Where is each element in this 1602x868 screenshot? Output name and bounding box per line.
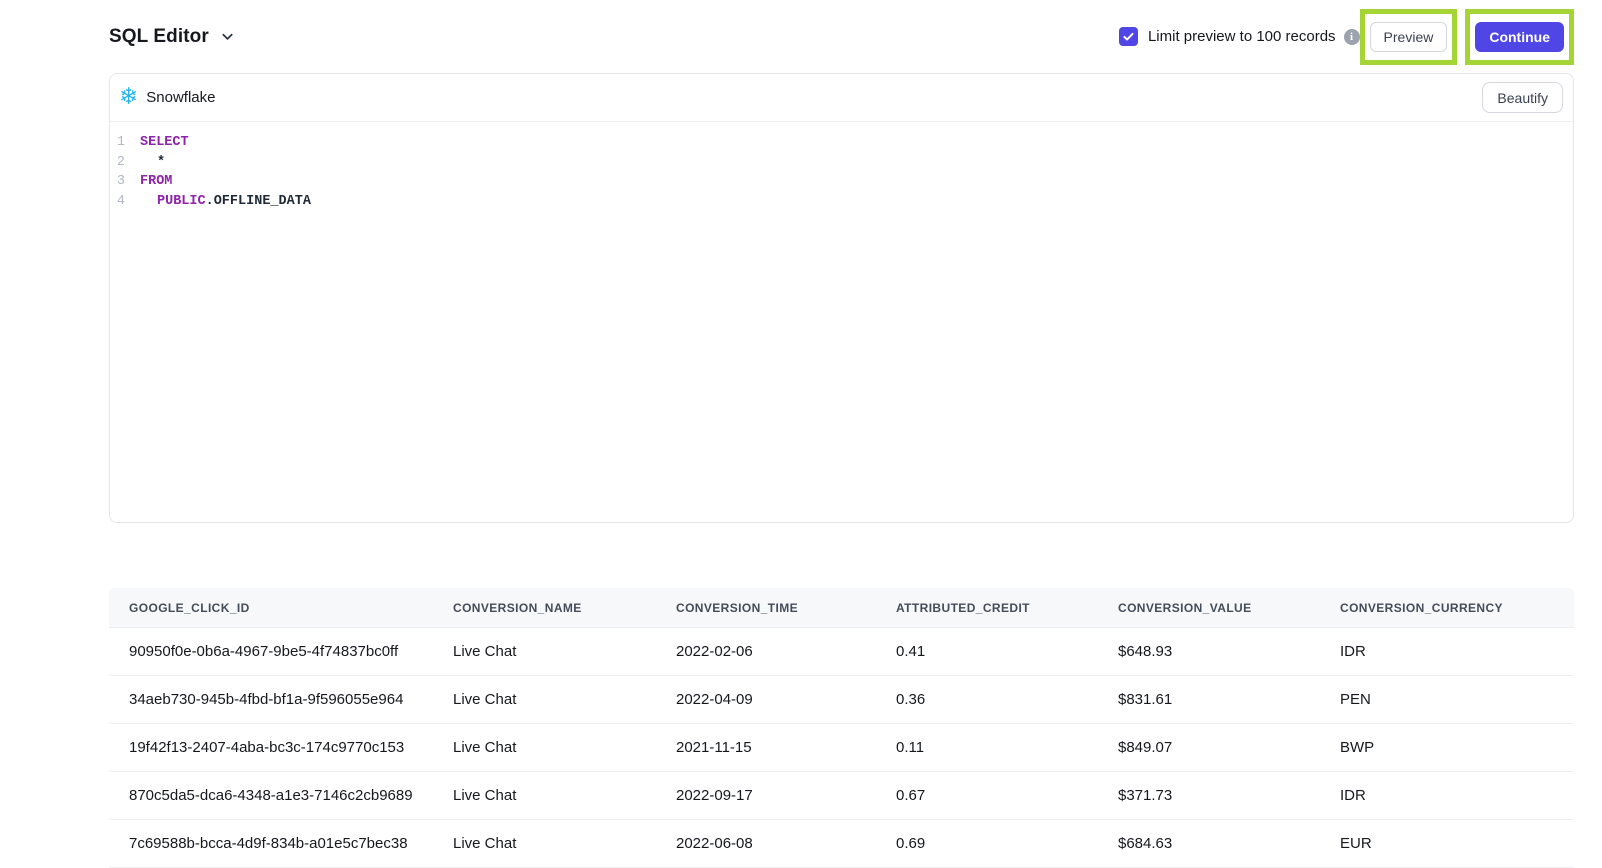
table-row: 19f42f13-2407-4aba-bc3c-174c9770c153 Liv… [109,724,1574,772]
limit-preview-label[interactable]: Limit preview to 100 records [1148,28,1336,45]
sql-keyword: PUBLIC [140,194,206,209]
cell-conversion-currency: PEN [1320,676,1574,724]
table-row: 870c5da5-dca6-4348-a1e3-7146c2cb9689 Liv… [109,772,1574,820]
code-line-1: 1 SELECT [110,133,1573,153]
cell-conversion-name: Live Chat [433,628,656,676]
sql-text: .OFFLINE_DATA [206,194,311,209]
line-number: 2 [110,153,140,173]
table-row: 7c69588b-bcca-4d9f-834b-a01e5c7bec38 Liv… [109,820,1574,868]
column-header-attributed-credit: ATTRIBUTED_CREDIT [876,588,1098,628]
continue-button-annotation: Continue [1465,9,1574,65]
line-number: 1 [110,133,140,153]
preview-results-table: GOOGLE_CLICK_ID CONVERSION_NAME CONVERSI… [109,588,1574,868]
sql-code-editor[interactable]: 1 SELECT 2 * 3 FROM 4 PUBLIC.OFFLINE_DAT… [110,122,1573,522]
sql-editor-panel: ❄ Snowflake Beautify 1 SELECT 2 * 3 FROM… [109,73,1574,523]
column-header-conversion-name: CONVERSION_NAME [433,588,656,628]
code-line-3: 3 FROM [110,172,1573,192]
cell-conversion-value: $849.07 [1098,724,1320,772]
cell-google-click-id: 7c69588b-bcca-4d9f-834b-a01e5c7bec38 [109,820,433,868]
cell-conversion-time: 2022-06-08 [656,820,876,868]
page-title: SQL Editor [109,26,209,48]
cell-google-click-id: 870c5da5-dca6-4348-a1e3-7146c2cb9689 [109,772,433,820]
table-row: 34aeb730-945b-4fbd-bf1a-9f596055e964 Liv… [109,676,1574,724]
column-header-conversion-currency: CONVERSION_CURRENCY [1320,588,1574,628]
chevron-down-icon[interactable] [220,29,235,44]
cell-conversion-value: $684.63 [1098,820,1320,868]
column-header-conversion-time: CONVERSION_TIME [656,588,876,628]
cell-conversion-name: Live Chat [433,676,656,724]
cell-conversion-name: Live Chat [433,772,656,820]
topbar-actions: Limit preview to 100 records i Preview C… [1119,9,1574,65]
info-icon[interactable]: i [1344,29,1360,45]
line-number: 3 [110,172,140,192]
cell-conversion-value: $648.93 [1098,628,1320,676]
cell-conversion-currency: IDR [1320,772,1574,820]
cell-conversion-currency: BWP [1320,724,1574,772]
cell-conversion-time: 2022-04-09 [656,676,876,724]
cell-conversion-time: 2022-02-06 [656,628,876,676]
line-number: 4 [110,192,140,212]
cell-conversion-currency: IDR [1320,628,1574,676]
preview-button-annotation: Preview [1360,9,1458,65]
cell-conversion-time: 2022-09-17 [656,772,876,820]
cell-conversion-value: $831.61 [1098,676,1320,724]
source-name: Snowflake [146,89,215,106]
continue-button[interactable]: Continue [1475,22,1564,52]
cell-google-click-id: 19f42f13-2407-4aba-bc3c-174c9770c153 [109,724,433,772]
preview-button[interactable]: Preview [1370,22,1448,52]
cell-attributed-credit: 0.41 [876,628,1098,676]
cell-attributed-credit: 0.69 [876,820,1098,868]
cell-conversion-name: Live Chat [433,820,656,868]
table-row: 90950f0e-0b6a-4967-9be5-4f74837bc0ff Liv… [109,628,1574,676]
source-label: ❄ Snowflake [119,86,216,109]
code-line-2: 2 * [110,153,1573,173]
cell-google-click-id: 34aeb730-945b-4fbd-bf1a-9f596055e964 [109,676,433,724]
code-line-4: 4 PUBLIC.OFFLINE_DATA [110,192,1573,212]
cell-conversion-time: 2021-11-15 [656,724,876,772]
table-header-row: GOOGLE_CLICK_ID CONVERSION_NAME CONVERSI… [109,588,1574,628]
sql-keyword: FROM [140,174,172,189]
sql-editor-title-dropdown[interactable]: SQL Editor [109,26,235,48]
cell-attributed-credit: 0.67 [876,772,1098,820]
sql-text: * [140,153,165,173]
limit-preview-checkbox[interactable] [1119,27,1138,46]
snowflake-icon: ❄ [119,86,138,109]
topbar: SQL Editor Limit preview to 100 records … [109,0,1574,73]
cell-conversion-name: Live Chat [433,724,656,772]
beautify-button[interactable]: Beautify [1482,82,1563,113]
cell-attributed-credit: 0.11 [876,724,1098,772]
column-header-conversion-value: CONVERSION_VALUE [1098,588,1320,628]
editor-header: ❄ Snowflake Beautify [110,74,1573,122]
cell-conversion-value: $371.73 [1098,772,1320,820]
cell-attributed-credit: 0.36 [876,676,1098,724]
cell-conversion-currency: EUR [1320,820,1574,868]
main-content: SQL Editor Limit preview to 100 records … [109,0,1574,868]
cell-google-click-id: 90950f0e-0b6a-4967-9be5-4f74837bc0ff [109,628,433,676]
sql-keyword: SELECT [140,135,189,150]
column-header-google-click-id: GOOGLE_CLICK_ID [109,588,433,628]
